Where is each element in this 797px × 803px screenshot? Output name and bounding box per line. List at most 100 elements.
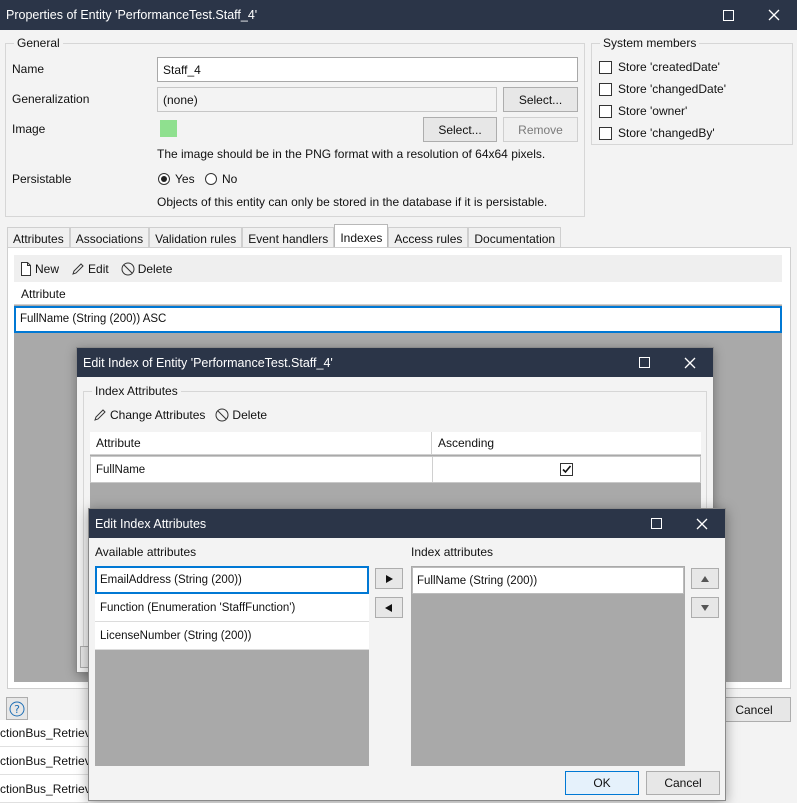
available-attributes-label: Available attributes (95, 545, 197, 559)
delete-icon (215, 408, 229, 422)
image-label: Image (12, 122, 46, 136)
name-label: Name (12, 62, 45, 76)
generalization-value: (none) (163, 92, 198, 107)
remove-button[interactable] (375, 597, 403, 618)
persistable-yes-radio[interactable]: Yes (158, 172, 195, 186)
index-delete-button[interactable]: Delete (215, 408, 267, 422)
image-select-button[interactable]: Select... (423, 117, 497, 142)
arrow-right-icon (386, 574, 393, 583)
maximize-icon[interactable] (621, 348, 667, 377)
system-member-checkbox[interactable]: Store 'createdDate' (599, 56, 726, 78)
generalization-select-label: Select... (518, 92, 563, 107)
background-project-list: ctionBus_Retrieve ctionBus_Retrieve ctio… (0, 720, 97, 803)
attrs-cancel-label: Cancel (664, 776, 702, 790)
move-up-button[interactable] (691, 568, 719, 589)
list-item[interactable]: LicenseNumber (String (200)) (95, 622, 369, 650)
ok-button[interactable]: OK (565, 771, 639, 795)
list-item[interactable]: EmailAddress (String (200)) (95, 566, 369, 594)
attrs-cancel-button[interactable]: Cancel (646, 771, 720, 795)
background-item-label: ctionBus_Retrieve (0, 754, 98, 768)
close-icon[interactable] (679, 509, 725, 538)
edit-label: Edit (88, 261, 109, 276)
change-attributes-button[interactable]: Change Attributes (93, 408, 205, 422)
generalization-select-button[interactable]: Select... (503, 87, 578, 112)
image-select-label: Select... (438, 122, 482, 137)
available-attributes-items: EmailAddress (String (200)) Function (Enu… (95, 566, 369, 650)
delete-button[interactable]: Delete (121, 261, 173, 276)
edit-attributes-titlebar: Edit Index Attributes (89, 509, 725, 538)
index-list-header-label: Attribute (21, 286, 66, 301)
delete-icon (121, 262, 135, 275)
checkbox-icon (599, 60, 612, 74)
new-button[interactable]: New (20, 261, 60, 276)
system-member-label: Store 'owner' (618, 104, 688, 118)
edit-attributes-dialog: Edit Index Attributes Available attribut… (88, 508, 726, 801)
system-member-checkbox[interactable]: Store 'changedBy' (599, 122, 726, 144)
change-attributes-label: Change Attributes (110, 408, 206, 422)
maximize-icon[interactable] (633, 509, 679, 538)
system-member-checkbox[interactable]: Store 'owner' (599, 100, 726, 122)
row-ascending-cell (433, 463, 700, 476)
list-item[interactable]: Function (Enumeration 'StaffFunction') (95, 594, 369, 622)
background-item-label: ctionBus_Retrieve (0, 782, 98, 796)
persistable-no-radio[interactable]: No (205, 172, 237, 186)
main-cancel-label: Cancel (735, 702, 773, 717)
arrow-left-icon (385, 603, 392, 612)
ascending-checkbox[interactable] (560, 463, 573, 476)
index-attributes-label: Index Attributes (92, 384, 181, 398)
index-delete-label: Delete (232, 408, 268, 422)
index-attributes-list-label: Index attributes (411, 545, 494, 559)
list-item[interactable]: FullName (String (200)) (412, 567, 684, 594)
edit-button[interactable]: Edit (71, 262, 109, 276)
checkmark-icon (562, 465, 572, 474)
system-member-label: Store 'changedDate' (618, 82, 726, 96)
system-member-label: Store 'changedBy' (618, 126, 715, 140)
pencil-icon (94, 409, 106, 421)
system-members-label: System members (600, 36, 700, 50)
name-input[interactable]: Staff_4 (157, 57, 578, 82)
close-icon[interactable] (667, 348, 713, 377)
image-remove-label: Remove (518, 122, 563, 137)
image-remove-button[interactable]: Remove (503, 117, 578, 142)
index-grid-header: Attribute Ascending (90, 432, 701, 455)
table-row[interactable]: FullName (String (200)) ASC (14, 306, 782, 333)
new-label: New (35, 261, 60, 276)
list-item[interactable]: ctionBus_Retrieve (0, 748, 97, 775)
add-button[interactable] (375, 568, 403, 589)
name-value: Staff_4 (163, 62, 201, 77)
edit-attributes-title: Edit Index Attributes (95, 516, 207, 531)
main-window-title: Properties of Entity 'PerformanceTest.St… (6, 8, 258, 22)
question-icon: ? (9, 701, 25, 716)
no-label: No (222, 172, 238, 186)
checkbox-icon (599, 126, 612, 140)
persistable-hint: Objects of this entity can only be store… (157, 195, 548, 209)
index-attributes-list (411, 566, 685, 766)
new-file-icon (21, 261, 31, 276)
system-member-label: Store 'createdDate' (618, 60, 720, 74)
index-row-label: FullName (String (200)) ASC (20, 313, 167, 325)
help-button[interactable]: ? (6, 697, 28, 720)
radio-yes-icon (158, 173, 170, 185)
checkbox-icon (599, 104, 612, 118)
column-ascending: Ascending (438, 436, 495, 450)
main-cancel-button[interactable]: Cancel (717, 697, 791, 722)
background-item-label: ctionBus_Retrieve (0, 726, 98, 740)
arrow-up-icon (701, 575, 709, 582)
edit-index-toolbar: Change Attributes Delete (93, 408, 267, 422)
maximize-icon[interactable] (705, 0, 751, 30)
index-list-header: Attribute (14, 283, 782, 305)
edit-index-titlebar: Edit Index of Entity 'PerformanceTest.St… (77, 348, 713, 377)
indexes-toolbar: New Edit Delete (14, 255, 782, 282)
main-titlebar: Properties of Entity 'PerformanceTest.St… (0, 0, 797, 30)
list-item[interactable]: ctionBus_Retrieve (0, 776, 97, 803)
edit-index-title: Edit Index of Entity 'PerformanceTest.St… (83, 355, 333, 370)
delete-label: Delete (137, 261, 173, 276)
checkbox-icon (599, 82, 612, 96)
list-item[interactable]: ctionBus_Retrieve (0, 720, 97, 747)
system-member-checkbox[interactable]: Store 'changedDate' (599, 78, 726, 100)
close-icon[interactable] (751, 0, 797, 30)
move-down-button[interactable] (691, 597, 719, 618)
image-swatch (160, 120, 177, 137)
persistable-label: Persistable (12, 172, 72, 186)
table-row[interactable]: FullName (90, 456, 701, 483)
